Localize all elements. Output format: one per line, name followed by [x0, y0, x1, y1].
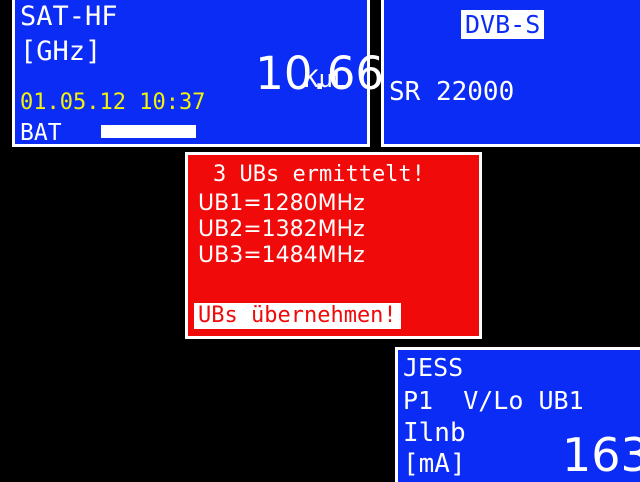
sat-hf-panel: SAT-HF [GHz] 10.660 KuL 01.05.12 10:37 B…: [12, 0, 413, 147]
jess-title: JESS: [403, 353, 464, 382]
jess-panel: JESS P1 V/Lo UB1 Ilnb [mA] 163: [395, 347, 640, 482]
battery-label: BAT: [20, 120, 62, 146]
sat-hf-title: SAT-HF: [20, 1, 118, 32]
jess-params: P1 V/Lo UB1: [403, 386, 584, 415]
apply-ubs-button[interactable]: UBs übernehmen!: [194, 303, 401, 329]
lnb-current-label: Ilnb: [403, 418, 466, 448]
ub3-line: UB3=1484MHz: [198, 243, 365, 268]
band-label: KuL: [304, 65, 348, 93]
symbol-rate: SR 22000: [389, 77, 515, 107]
battery-level-bar: [101, 125, 196, 138]
ub-detection-dialog: 3 UBs ermittelt! UB1=1280MHz UB2=1382MHz…: [185, 152, 482, 339]
datetime: 01.05.12 10:37: [20, 90, 206, 115]
dialog-headline: 3 UBs ermittelt!: [213, 162, 425, 187]
ub1-line: UB1=1280MHz: [198, 191, 365, 216]
frequency-unit: [GHz]: [20, 36, 102, 67]
lnb-current-value: 163: [562, 428, 640, 482]
mode-badge: DVB-S: [461, 10, 545, 39]
dvb-s-panel: DVB-S SR 22000: [381, 0, 640, 147]
ub2-line: UB2=1382MHz: [198, 217, 365, 242]
lnb-current-unit: [mA]: [403, 449, 466, 479]
